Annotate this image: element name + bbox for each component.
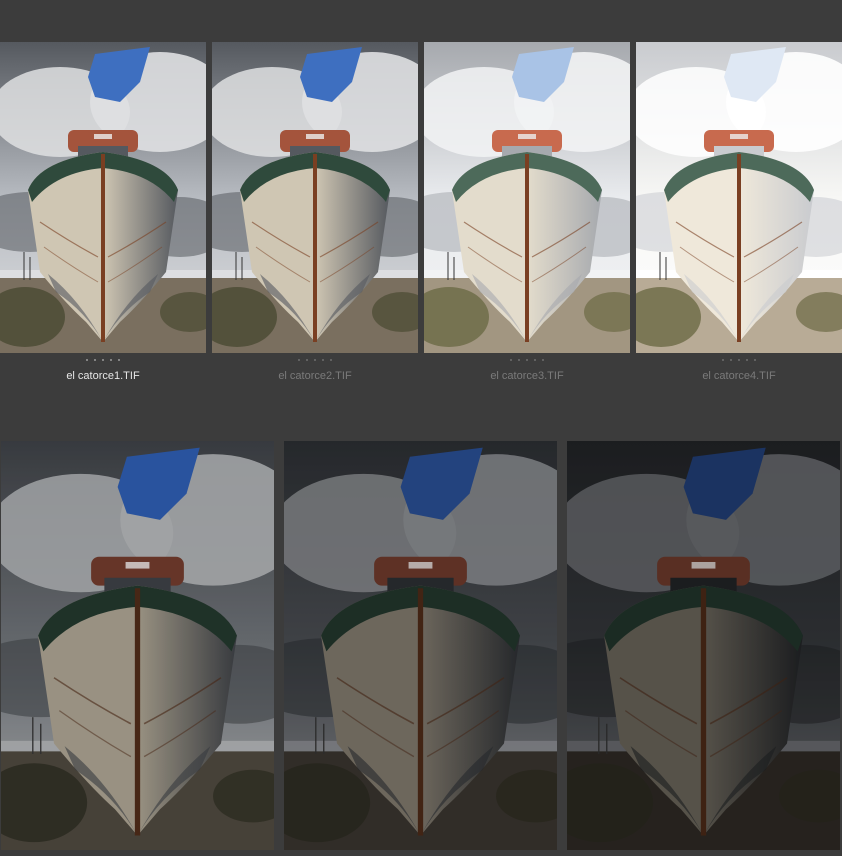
photo-image [1,441,274,850]
photo-image [284,441,557,850]
rating-dot [94,359,96,361]
photo-browser: el catorce1.TIF el catorce2.TIF el cator… [0,0,842,856]
photo-image [0,42,206,353]
rating-dot [86,359,88,361]
rating-dot [298,359,300,361]
rating-dot [330,359,332,361]
thumbnail-preview-1[interactable] [1,441,274,850]
rating-stars[interactable] [288,355,342,365]
thumbnail-filename[interactable]: el catorce1.TIF [0,370,206,382]
rating-dot [542,359,544,361]
thumbnail-el-catorce4[interactable] [636,42,842,353]
rating-stars[interactable] [76,355,130,365]
thumbnail-filename[interactable]: el catorce3.TIF [424,370,630,382]
rating-dot [510,359,512,361]
rating-dot [322,359,324,361]
rating-dot [746,359,748,361]
thumbnail-filename[interactable]: el catorce4.TIF [636,370,842,382]
rating-dot [534,359,536,361]
rating-dot [118,359,120,361]
row-separator [0,395,842,440]
rating-dot [306,359,308,361]
rating-dot [518,359,520,361]
thumbnail-el-catorce2[interactable] [212,42,418,353]
rating-dot [738,359,740,361]
top-bar [0,0,842,42]
rating-dot [526,359,528,361]
photo-image [567,441,840,850]
rating-dot [314,359,316,361]
thumbnail-el-catorce1[interactable] [0,42,206,353]
rating-stars[interactable] [500,355,554,365]
rating-dot [110,359,112,361]
rating-dot [102,359,104,361]
thumbnail-filename[interactable]: el catorce2.TIF [212,370,418,382]
rating-dot [754,359,756,361]
photo-image [636,42,842,353]
photo-image [212,42,418,353]
rating-dot [730,359,732,361]
thumbnail-preview-2[interactable] [284,441,557,850]
rating-stars[interactable] [712,355,766,365]
thumbnail-el-catorce3[interactable] [424,42,630,353]
thumbnail-preview-3[interactable] [567,441,840,850]
rating-dot [722,359,724,361]
photo-image [424,42,630,353]
